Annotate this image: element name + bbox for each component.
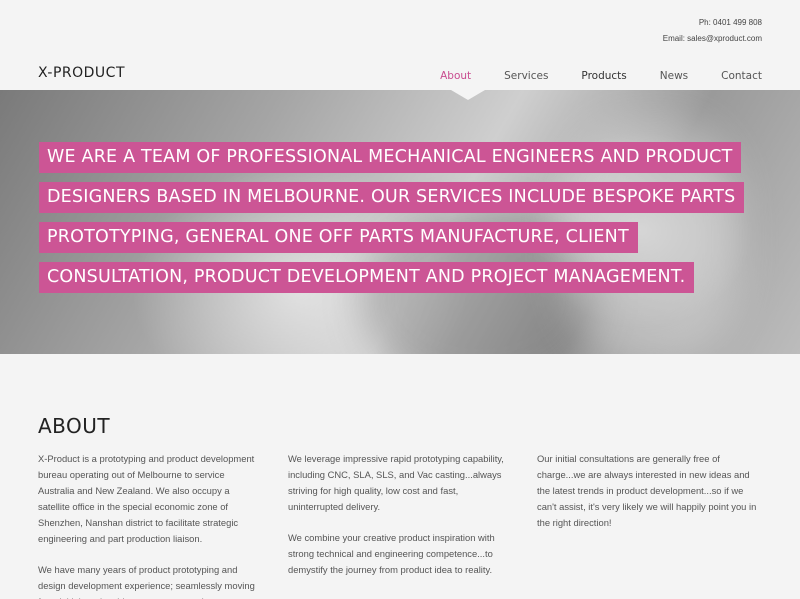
about-column-3: Our initial consultations are generally … — [537, 451, 762, 546]
phone-number: Ph: 0401 499 808 — [698, 18, 762, 27]
about-section: ABOUT X-Product is a prototyping and pro… — [0, 354, 800, 599]
nav-services[interactable]: Services — [504, 70, 548, 82]
hero-line: DESIGNERS BASED IN MELBOURNE. OUR SERVIC… — [39, 182, 745, 213]
about-paragraph: We leverage impressive rapid prototyping… — [288, 453, 504, 512]
hero-line: PROTOTYPING, GENERAL ONE OFF PARTS MANUF… — [39, 222, 638, 253]
nav-news[interactable]: News — [660, 70, 688, 82]
nav-contact[interactable]: Contact — [721, 70, 762, 82]
hero-line: WE ARE A TEAM OF PROFESSIONAL MECHANICAL… — [39, 142, 742, 173]
site-header: Ph: 0401 499 808 Email: sales@xproduct.c… — [0, 0, 800, 90]
hero-banner: WE ARE A TEAM OF PROFESSIONAL MECHANICAL… — [0, 90, 800, 354]
hero-line: CONSULTATION, PRODUCT DEVELOPMENT AND PR… — [39, 262, 695, 293]
contact-info: Ph: 0401 499 808 Email: sales@xproduct.c… — [663, 15, 762, 47]
about-paragraph: Our initial consultations are generally … — [537, 453, 757, 528]
about-heading: ABOUT — [38, 414, 111, 438]
email-address[interactable]: Email: sales@xproduct.com — [663, 31, 762, 47]
about-paragraph: We combine your creative product inspira… — [288, 532, 495, 575]
about-paragraph: We have many years of product prototypin… — [38, 564, 255, 599]
active-nav-pointer — [451, 90, 485, 100]
nav-about[interactable]: About — [440, 70, 471, 82]
nav-products[interactable]: Products — [581, 70, 626, 82]
about-column-2: We leverage impressive rapid prototyping… — [288, 451, 513, 593]
about-column-1: X-Product is a prototyping and product d… — [38, 451, 263, 599]
main-nav: About Services Products News Contact — [407, 70, 762, 82]
site-logo[interactable]: X-PRODUCT — [38, 65, 125, 81]
hero-tagline: WE ARE A TEAM OF PROFESSIONAL MECHANICAL… — [39, 142, 745, 302]
about-paragraph: X-Product is a prototyping and product d… — [38, 453, 255, 544]
